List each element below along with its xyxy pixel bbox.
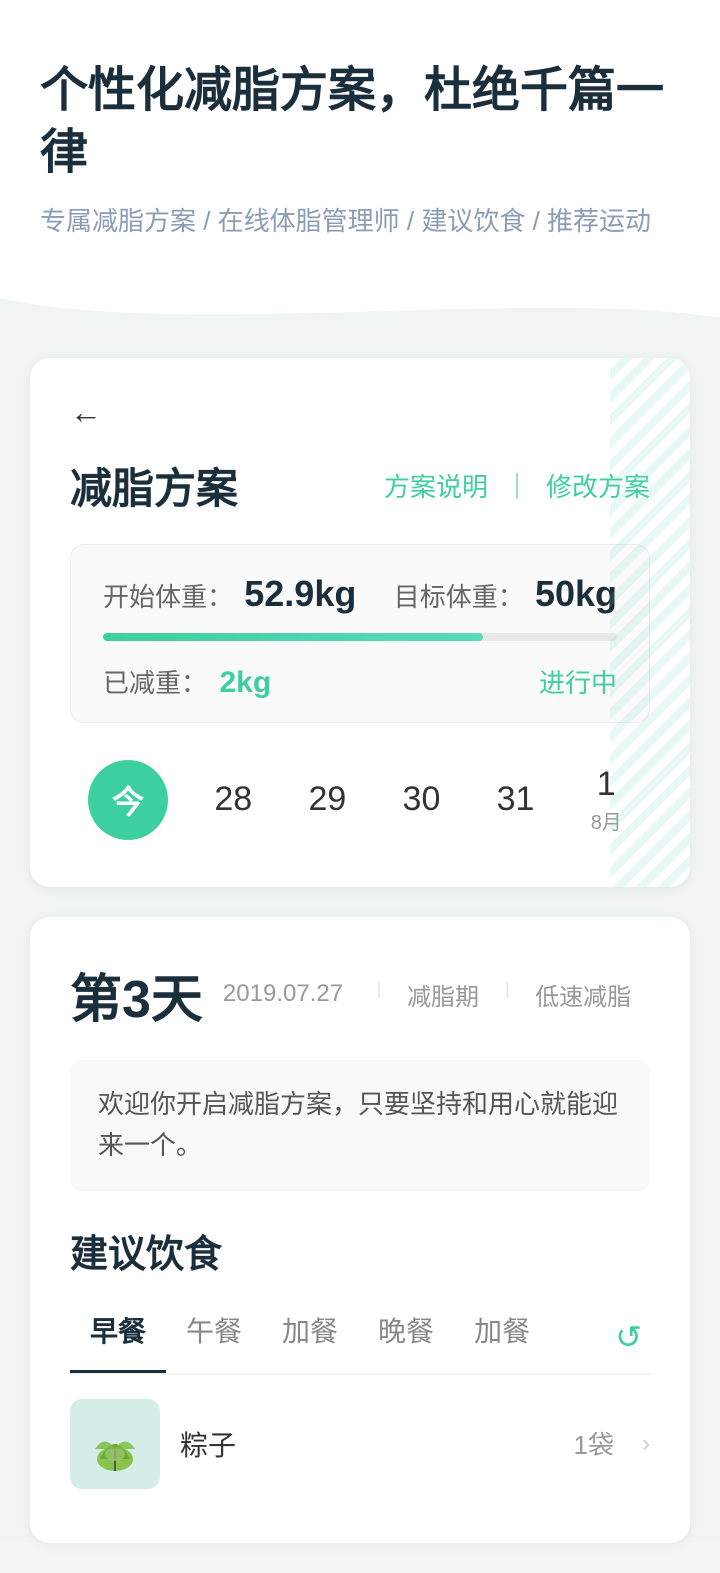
food-name: 粽子	[180, 1424, 554, 1464]
plan-modify-button[interactable]: 修改方案	[546, 467, 650, 504]
tab-dinner[interactable]: 晚餐	[358, 1302, 454, 1373]
plan-explain-button[interactable]: 方案说明	[384, 467, 488, 504]
day-message: 欢迎你开启减脂方案，只要坚持和用心就能迎来一个。	[70, 1060, 650, 1191]
food-item[interactable]: 粽子 1袋 ›	[70, 1374, 650, 1513]
page-title: 个性化减脂方案，杜绝千篇一律	[40, 60, 680, 185]
food-amount: 1袋	[574, 1425, 614, 1462]
plan-actions: 方案说明 ｜ 修改方案	[384, 467, 650, 504]
day-tag-2: 低速减脂	[535, 977, 631, 1012]
day-number: 第3天	[70, 957, 203, 1032]
date-28[interactable]: 28	[204, 768, 262, 831]
page-subtitle: 专属减脂方案 / 在线体脂管理师 / 建议饮食 / 推荐运动	[40, 201, 680, 238]
date-29[interactable]: 29	[298, 768, 356, 831]
day-tag-1: 减脂期	[407, 977, 479, 1012]
food-arrow-icon: ›	[642, 1430, 650, 1458]
tab-lunch[interactable]: 午餐	[166, 1302, 262, 1373]
day-tags: ｜ 减脂期 ｜ 低速减脂	[371, 977, 631, 1012]
tab-snack1[interactable]: 加餐	[262, 1302, 358, 1373]
main-area: ← 减脂方案 方案说明 ｜ 修改方案 开始体重： 52.9kg 目标体重： 50…	[0, 328, 720, 1543]
food-image	[70, 1399, 160, 1489]
diet-section-title: 建议饮食	[70, 1223, 650, 1278]
weight-row: 开始体重： 52.9kg 目标体重： 50kg	[103, 573, 617, 615]
wave-divider	[0, 278, 720, 328]
plan-header: 减脂方案 方案说明 ｜ 修改方案	[70, 455, 650, 516]
action-divider: ｜	[504, 467, 530, 504]
wave-svg	[0, 278, 720, 328]
date-picker: 今 28 29 30 31 1 8月	[70, 743, 650, 851]
progress-bar-fill	[103, 633, 483, 641]
date-31[interactable]: 31	[487, 768, 545, 831]
target-weight: 目标体重： 50kg	[394, 573, 617, 615]
day-date: 2019.07.27	[223, 980, 343, 1008]
tab-breakfast[interactable]: 早餐	[70, 1302, 166, 1373]
weight-box: 开始体重： 52.9kg 目标体重： 50kg 已减重： 2kg 进行中	[70, 544, 650, 723]
plan-title: 减脂方案	[70, 455, 238, 516]
date-30[interactable]: 30	[393, 768, 451, 831]
refresh-icon[interactable]: ↺	[607, 1310, 650, 1364]
status-badge: 进行中	[539, 663, 617, 700]
start-weight: 开始体重： 52.9kg	[103, 573, 356, 615]
food-thumbnail-svg	[70, 1399, 160, 1489]
reduced-row: 已减重： 2kg 进行中	[103, 663, 617, 700]
plan-card: ← 减脂方案 方案说明 ｜ 修改方案 开始体重： 52.9kg 目标体重： 50…	[30, 358, 690, 887]
meal-tabs: 早餐 午餐 加餐 晚餐 加餐 ↺	[70, 1302, 650, 1374]
day-section: 第3天 2019.07.27 ｜ 减脂期 ｜ 低速减脂 欢迎你开启减脂方案，只要…	[30, 917, 690, 1543]
reduced-info: 已减重： 2kg	[103, 663, 271, 700]
tab-snack2[interactable]: 加餐	[454, 1302, 550, 1373]
back-button[interactable]: ←	[70, 394, 102, 431]
day-header: 第3天 2019.07.27 ｜ 减脂期 ｜ 低速减脂	[70, 957, 650, 1032]
diet-section: 建议饮食 早餐 午餐 加餐 晚餐 加餐 ↺	[70, 1223, 650, 1543]
date-1[interactable]: 1 8月	[581, 753, 632, 847]
progress-bar-bg	[103, 633, 617, 641]
header-section: 个性化减脂方案，杜绝千篇一律 专属减脂方案 / 在线体脂管理师 / 建议饮食 /…	[0, 0, 720, 278]
date-today[interactable]: 今	[88, 760, 168, 840]
